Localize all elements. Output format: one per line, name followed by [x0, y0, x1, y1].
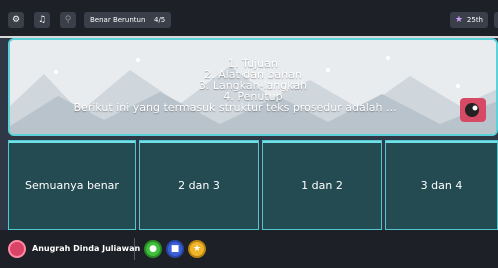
- gear-icon[interactable]: ⚙: [8, 12, 24, 28]
- quiz-stage: 1. Tujuan 2. Alat dan bahan 3. Langkah-l…: [0, 38, 498, 230]
- answer-option-3[interactable]: 1 dan 2: [262, 140, 382, 230]
- question-prompt: Berikut ini yang termasuk struktur teks …: [73, 101, 397, 114]
- answer-option-4[interactable]: 3 dan 4: [385, 140, 498, 230]
- answer-label: 1 dan 2: [301, 178, 343, 192]
- trophy-icon: ★: [454, 15, 463, 25]
- answer-label: 2 dan 3: [178, 178, 220, 192]
- avatar: [8, 240, 26, 258]
- bottom-bar: Anugrah Dinda Juliawan ● ■ ★: [0, 230, 498, 268]
- rank-value: 25th: [466, 16, 483, 24]
- powerup-yellow-icon[interactable]: ★: [188, 240, 206, 258]
- player-name: Anugrah Dinda Juliawan: [32, 244, 141, 253]
- zoom-icon[interactable]: ⚲: [60, 12, 76, 28]
- question-text: 1. Tujuan 2. Alat dan bahan 3. Langkah-l…: [10, 58, 496, 113]
- streak-label: Benar Beruntun: [90, 16, 146, 24]
- powerup-green-icon[interactable]: ●: [144, 240, 162, 258]
- powerup-blue-icon[interactable]: ■: [166, 240, 184, 258]
- bar-divider: [134, 238, 135, 260]
- edge-button[interactable]: [494, 12, 498, 28]
- answer-option-2[interactable]: 2 dan 3: [139, 140, 259, 230]
- question-progress: 4/5: [154, 16, 166, 24]
- answer-option-1[interactable]: Semuanya benar: [8, 140, 136, 230]
- top-bar: ⚙ ♫ ⚲ Benar Beruntun ♨ 0 4/5 ★ 25th: [0, 0, 498, 38]
- music-icon[interactable]: ♫: [34, 12, 50, 28]
- answer-label: 3 dan 4: [420, 178, 463, 192]
- progress-pill: 4/5: [148, 12, 172, 28]
- rank-pill: ★ 25th: [449, 12, 488, 28]
- answer-label: Semuanya benar: [25, 178, 119, 192]
- question-card: 1. Tujuan 2. Alat dan bahan 3. Langkah-l…: [8, 38, 498, 136]
